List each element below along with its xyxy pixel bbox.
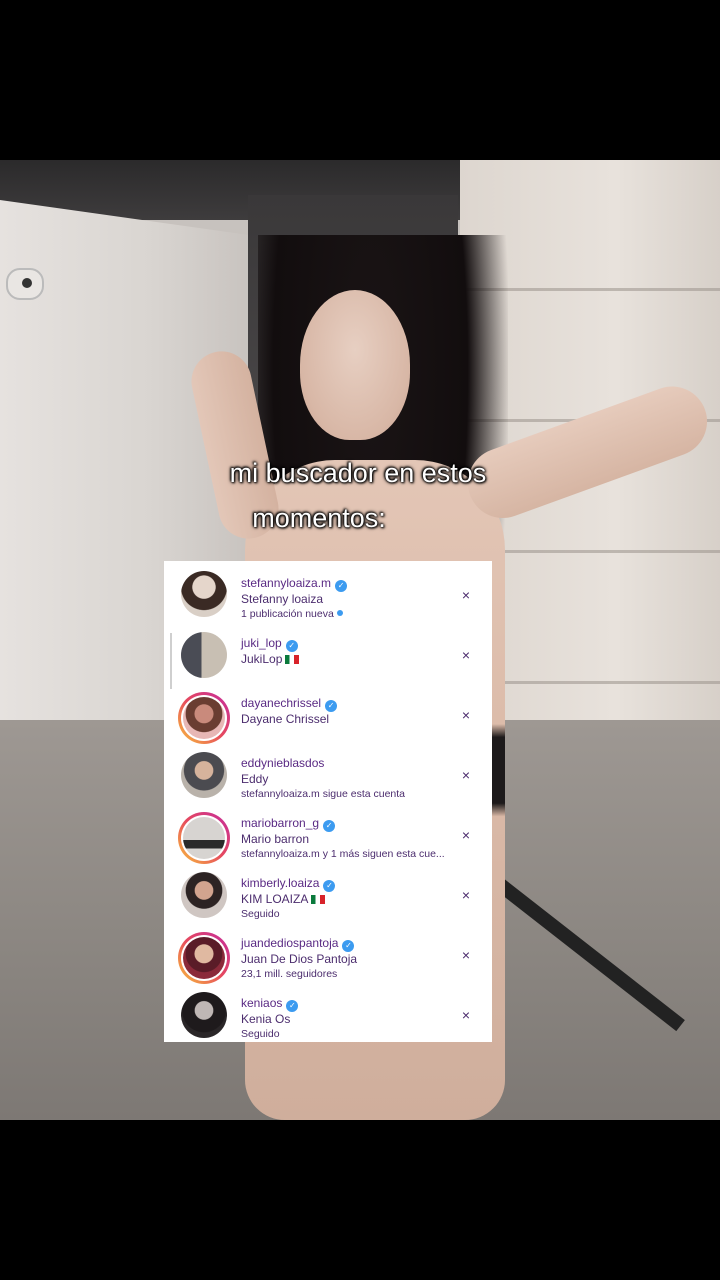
username[interactable]: kimberly.loaiza ✓ [241,876,336,892]
full-name: Kenia Os [241,1012,291,1026]
mexico-flag-icon [311,895,326,904]
verified-badge-icon: ✓ [286,1000,299,1012]
avatar-story-ring[interactable] [178,932,230,984]
avatar-image [183,817,225,859]
remove-icon[interactable]: × [460,888,472,902]
new-dot-icon [336,610,343,616]
subtitle: Seguido [241,908,280,920]
remove-icon[interactable]: × [460,948,472,962]
caption-line-1: mi buscador en estos [229,458,487,488]
verified-badge-icon: ✓ [323,880,336,892]
username[interactable]: mariobarron_g ✓ [241,816,336,832]
person-face [300,290,410,440]
search-result-row[interactable]: juandediospantoja ✓ Juan De Dios Pantoja … [164,925,492,985]
avatar-image [181,571,227,617]
search-result-row[interactable]: eddynieblasdos Eddy stefannyloaiza.m sig… [164,745,492,805]
username[interactable]: eddynieblasdos [241,756,324,770]
avatar-image [183,697,225,739]
remove-icon[interactable]: × [460,588,472,602]
avatar-image [183,937,225,979]
full-name: Mario barron [241,832,310,846]
avatar-image [181,752,227,798]
avatar-story-ring[interactable] [178,812,230,864]
username[interactable]: juandediospantoja ✓ [241,936,355,952]
verified-badge-icon: ✓ [325,700,338,712]
subtitle: Seguido [241,1028,280,1040]
remove-icon[interactable]: × [460,768,472,782]
verified-badge-icon: ✓ [323,820,336,832]
avatar-story-ring[interactable] [178,692,230,744]
subtitle: 1 publicación nueva [241,608,343,620]
search-result-row[interactable]: dayanechrissel ✓ Dayane Chrissel × [164,685,492,745]
remove-icon[interactable]: × [460,1008,472,1022]
remove-icon[interactable]: × [460,828,472,842]
search-result-row[interactable]: keniaos ✓ Kenia Os Seguido × [164,985,492,1042]
avatar-image [181,872,227,918]
verified-badge-icon: ✓ [285,640,298,652]
search-results-panel: stefannyloaiza.m ✓ Stefanny loaiza 1 publ… [164,561,492,1042]
verified-badge-icon: ✓ [335,580,348,592]
security-camera-icon [6,268,44,300]
username[interactable]: dayanechrissel ✓ [241,696,338,712]
caption-line-2: momentos: [252,503,386,533]
avatar[interactable] [181,632,227,678]
avatar[interactable] [181,752,227,798]
full-name: Juan De Dios Pantoja [241,952,358,966]
username[interactable]: stefannyloaiza.m ✓ [241,576,348,592]
search-result-row[interactable]: stefannyloaiza.m ✓ Stefanny loaiza 1 publ… [164,565,492,625]
full-name: Eddy [241,772,269,786]
remove-icon[interactable]: × [460,648,472,662]
avatar[interactable] [181,872,227,918]
search-result-row[interactable]: mariobarron_g ✓ Mario barron stefannyloai… [164,805,492,865]
remove-icon[interactable]: × [460,708,472,722]
verified-badge-icon: ✓ [342,940,355,952]
avatar[interactable] [181,571,227,617]
subtitle: stefannyloaiza.m sigue esta cuenta [241,788,406,800]
full-name: Stefanny loaiza [241,592,324,606]
avatar[interactable] [181,992,227,1038]
full-name: KIM LOAIZA [241,892,326,906]
username[interactable]: juki_lop ✓ [241,636,298,652]
subtitle: stefannyloaiza.m y 1 más siguen esta cue… [241,848,445,860]
full-name: Dayane Chrissel [241,712,330,726]
search-result-row[interactable]: juki_lop ✓ JukiLop × [164,625,492,685]
search-result-row[interactable]: kimberly.loaiza ✓ KIM LOAIZA Seguido × [164,865,492,925]
full-name: JukiLop [241,652,300,666]
subtitle: 23,1 mill. seguidores [241,968,338,980]
username[interactable]: keniaos ✓ [241,996,299,1012]
avatar-image [181,632,227,678]
mexico-flag-icon [285,655,300,664]
avatar-image [181,992,227,1038]
